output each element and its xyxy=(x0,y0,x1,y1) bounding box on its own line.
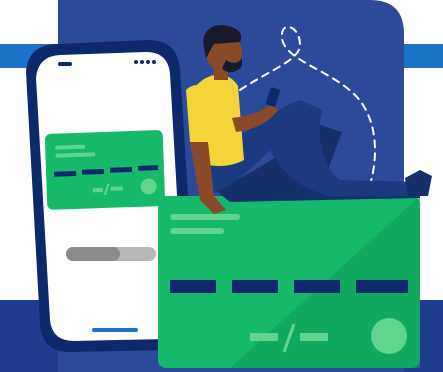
credit-card-phone-illustration xyxy=(0,0,443,372)
phone-mini-card xyxy=(44,130,166,210)
credit-card-icon xyxy=(158,196,420,368)
phone-progress-fill xyxy=(66,247,120,261)
illustration-stage xyxy=(0,0,443,372)
